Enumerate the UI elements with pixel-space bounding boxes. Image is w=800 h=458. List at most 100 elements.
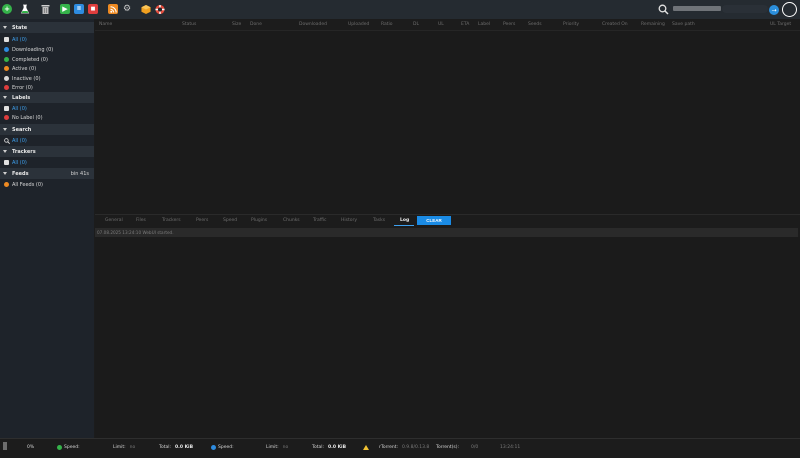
search-go-button[interactable]: → xyxy=(769,5,779,15)
download-total-label: Total: xyxy=(159,445,172,450)
delete-icon[interactable] xyxy=(40,4,50,14)
state-item-error[interactable]: Error (0) xyxy=(4,83,33,92)
sidebar-section-feeds[interactable]: Feeds bin 41s xyxy=(0,168,94,179)
column-header-size[interactable]: Size xyxy=(232,22,241,27)
upload-icon xyxy=(211,445,216,450)
upload-limit[interactable]: Limit: no xyxy=(266,445,288,450)
rss-icon[interactable] xyxy=(108,4,118,14)
account-ring-icon[interactable] xyxy=(782,2,797,17)
column-header-ratio[interactable]: Ratio xyxy=(381,22,393,27)
state-item-downloading[interactable]: Downloading (0) xyxy=(4,45,53,54)
section-title: Labels xyxy=(12,94,31,101)
column-header-save-path[interactable]: Save path xyxy=(672,22,695,27)
item-label: Downloading (0) xyxy=(12,46,54,53)
column-header-created-on[interactable]: Created On xyxy=(602,22,628,27)
torrent-table-header: Name Status Size Done Downloaded Uploade… xyxy=(95,19,800,31)
column-header-seeds[interactable]: Seeds xyxy=(528,22,542,27)
state-item-active[interactable]: Active (0) xyxy=(4,64,36,73)
tab-chunks[interactable]: Chunks xyxy=(283,218,300,223)
upload-speed-label: Speed: xyxy=(218,445,234,450)
feeds-item-all[interactable]: All Feeds (0) xyxy=(4,180,43,189)
sidebar-section-search[interactable]: Search xyxy=(0,124,94,135)
download-speed-label: Speed: xyxy=(64,445,80,450)
collapse-icon xyxy=(3,172,7,175)
rtorrent-version: rTorrent: 0.9.8/0.13.8 xyxy=(363,445,429,450)
tab-log[interactable]: Log xyxy=(400,218,409,223)
tab-tasks[interactable]: Tasks xyxy=(373,218,385,223)
sidebar: State All (0) Downloading (0) Completed … xyxy=(0,19,94,438)
upload-limit-label: Limit: xyxy=(266,445,279,450)
collapse-icon xyxy=(3,96,7,99)
item-label: Error (0) xyxy=(12,84,33,91)
search-icon[interactable] xyxy=(658,4,669,15)
tab-speed[interactable]: Speed xyxy=(223,218,237,223)
progress-bar xyxy=(3,442,7,450)
feeds-refresh-timer: bin 41s xyxy=(70,170,89,177)
upload-limit-value: no xyxy=(282,445,289,450)
column-header-peers[interactable]: Peers xyxy=(503,22,515,27)
column-header-ul-target[interactable]: UL Target xyxy=(770,22,791,27)
torrent-list[interactable] xyxy=(95,31,800,214)
sidebar-section-trackers[interactable]: Trackers xyxy=(0,146,94,157)
download-total-value: 0.0 KiB xyxy=(175,445,194,450)
collapse-icon xyxy=(3,150,7,153)
warning-icon xyxy=(363,445,369,450)
settings-icon[interactable]: ⚙ xyxy=(122,4,132,14)
labels-item-all[interactable]: All (0) xyxy=(4,104,27,113)
state-item-completed[interactable]: Completed (0) xyxy=(4,55,48,64)
download-limit[interactable]: Limit: no xyxy=(113,445,135,450)
upload-total: Total: 0.0 KiB xyxy=(312,445,346,450)
torrent-count-label: Torrent(s): xyxy=(436,445,460,450)
item-label: No Label (0) xyxy=(12,114,43,121)
help-icon[interactable] xyxy=(155,4,165,14)
stop-icon[interactable]: ■ xyxy=(88,4,98,14)
column-header-uploaded[interactable]: Uploaded xyxy=(348,22,369,27)
clear-log-button[interactable]: CLEAR xyxy=(417,216,451,225)
column-header-label[interactable]: Label xyxy=(478,22,490,27)
sidebar-section-state[interactable]: State xyxy=(0,22,94,33)
download-total: Total: 0.0 KiB xyxy=(159,445,193,450)
tab-files[interactable]: Files xyxy=(136,218,146,223)
section-title: Feeds xyxy=(12,170,29,177)
tab-peers[interactable]: Peers xyxy=(196,218,208,223)
column-header-priority[interactable]: Priority xyxy=(563,22,579,27)
search-progress-bar xyxy=(673,6,721,11)
labels-item-no-label[interactable]: No Label (0) xyxy=(4,113,43,122)
search-input[interactable] xyxy=(722,5,768,13)
tab-history[interactable]: History xyxy=(341,218,357,223)
column-header-ul[interactable]: UL xyxy=(438,22,444,27)
sidebar-section-labels[interactable]: Labels xyxy=(0,92,94,103)
active-icon xyxy=(4,66,9,71)
tab-trackers[interactable]: Trackers xyxy=(162,218,181,223)
tab-general[interactable]: General xyxy=(105,218,123,223)
search-item-all[interactable]: All (0) xyxy=(4,136,27,145)
item-label: All (0) xyxy=(12,159,27,166)
download-limit-label: Limit: xyxy=(113,445,126,450)
column-header-done[interactable]: Done xyxy=(250,22,262,27)
column-header-name[interactable]: Name xyxy=(99,22,112,27)
column-header-eta[interactable]: ETA xyxy=(461,22,469,27)
column-header-remaining[interactable]: Remaining xyxy=(641,22,665,27)
upload-speed: Speed: xyxy=(211,445,234,450)
start-icon[interactable]: ▶ xyxy=(60,4,70,14)
add-torrent-icon[interactable]: + xyxy=(2,4,12,14)
state-item-all[interactable]: All (0) xyxy=(4,35,27,44)
column-header-downloaded[interactable]: Downloaded xyxy=(299,22,327,27)
all-icon xyxy=(4,106,9,111)
clock: 13:24:11 xyxy=(500,445,521,450)
all-icon xyxy=(4,160,9,165)
progress-text: 0% xyxy=(27,445,35,450)
state-item-inactive[interactable]: Inactive (0) xyxy=(4,74,41,83)
tab-plugins[interactable]: Plugins xyxy=(251,218,267,223)
column-header-dl[interactable]: DL xyxy=(413,22,419,27)
upload-total-label: Total: xyxy=(312,445,325,450)
trackers-item-all[interactable]: All (0) xyxy=(4,158,27,167)
column-header-status[interactable]: Status xyxy=(182,22,196,27)
error-icon xyxy=(4,85,9,90)
pause-icon[interactable]: II xyxy=(74,4,84,14)
create-torrent-icon[interactable] xyxy=(20,4,30,14)
rtorrent-label: rTorrent: xyxy=(379,445,399,450)
item-label: All (0) xyxy=(12,105,27,112)
tab-traffic[interactable]: Traffic xyxy=(313,218,327,223)
plugins-icon[interactable] xyxy=(141,4,151,14)
